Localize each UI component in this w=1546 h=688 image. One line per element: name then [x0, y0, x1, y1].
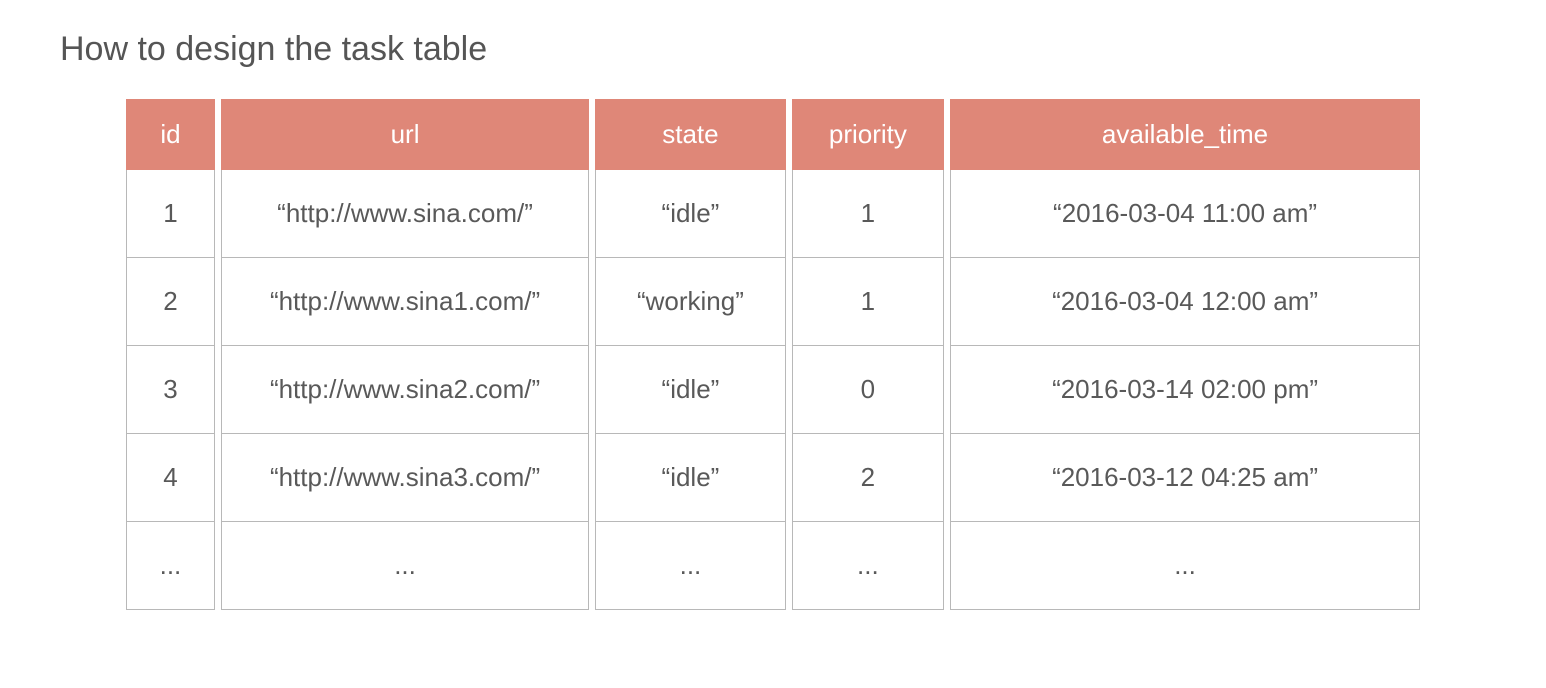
cell-state: “idle” [595, 346, 786, 434]
cell-available-time: ... [950, 522, 1420, 610]
table-row: 3 “http://www.sina2.com/” “idle” 0 “2016… [126, 346, 1420, 434]
cell-priority: 1 [792, 170, 944, 258]
header-state: state [595, 99, 786, 170]
page-title: How to design the task table [60, 30, 1486, 69]
table-row: 2 “http://www.sina1.com/” “working” 1 “2… [126, 258, 1420, 346]
cell-state: “working” [595, 258, 786, 346]
table-row: ... ... ... ... ... [126, 522, 1420, 610]
table-row: 4 “http://www.sina3.com/” “idle” 2 “2016… [126, 434, 1420, 522]
cell-available-time: “2016-03-04 12:00 am” [950, 258, 1420, 346]
cell-priority: 0 [792, 346, 944, 434]
header-available-time: available_time [950, 99, 1420, 170]
cell-priority: 2 [792, 434, 944, 522]
cell-id: 4 [126, 434, 215, 522]
header-url: url [221, 99, 589, 170]
cell-available-time: “2016-03-04 11:00 am” [950, 170, 1420, 258]
cell-url: ... [221, 522, 589, 610]
cell-url: “http://www.sina1.com/” [221, 258, 589, 346]
task-table-wrapper: id url state priority available_time 1 “… [60, 99, 1486, 610]
cell-url: “http://www.sina.com/” [221, 170, 589, 258]
cell-priority: ... [792, 522, 944, 610]
header-priority: priority [792, 99, 944, 170]
cell-available-time: “2016-03-14 02:00 pm” [950, 346, 1420, 434]
cell-state: ... [595, 522, 786, 610]
cell-priority: 1 [792, 258, 944, 346]
header-id: id [126, 99, 215, 170]
task-table: id url state priority available_time 1 “… [120, 99, 1426, 610]
cell-state: “idle” [595, 434, 786, 522]
cell-url: “http://www.sina3.com/” [221, 434, 589, 522]
cell-url: “http://www.sina2.com/” [221, 346, 589, 434]
cell-id: 3 [126, 346, 215, 434]
table-header-row: id url state priority available_time [126, 99, 1420, 170]
table-row: 1 “http://www.sina.com/” “idle” 1 “2016-… [126, 170, 1420, 258]
cell-state: “idle” [595, 170, 786, 258]
cell-id: 1 [126, 170, 215, 258]
cell-id: ... [126, 522, 215, 610]
cell-available-time: “2016-03-12 04:25 am” [950, 434, 1420, 522]
cell-id: 2 [126, 258, 215, 346]
